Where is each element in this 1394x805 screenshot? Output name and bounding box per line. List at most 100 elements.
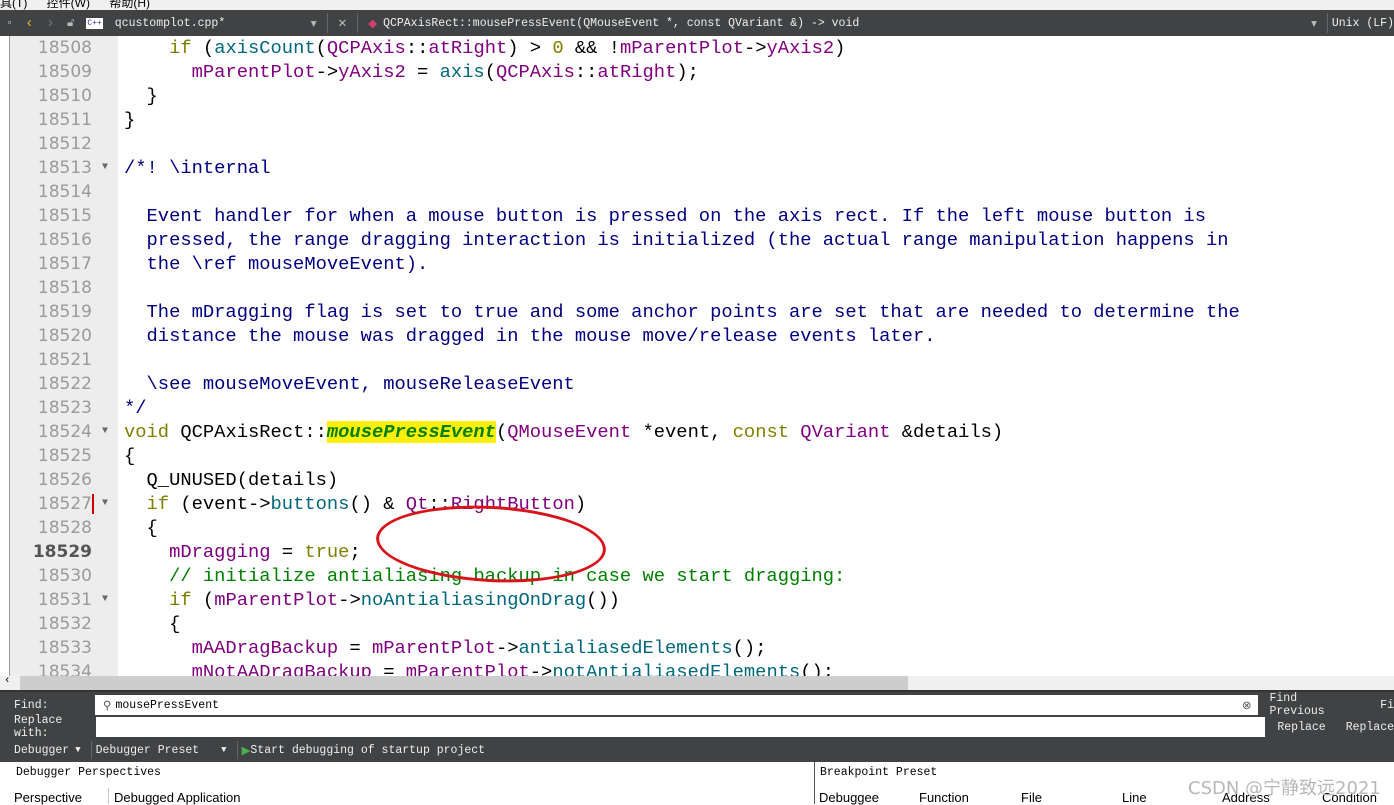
code-token: mousePressEvent [326,421,496,443]
line-number: 18521 [37,350,92,370]
code-line[interactable]: 18509 mParentPlot->yAxis2 = axis(QCPAxis… [0,60,1394,84]
code-token: pressed, the range dragging interaction … [124,229,1229,251]
column-header[interactable]: Debugged Application [114,790,241,805]
line-ending-selector[interactable]: Unix (LF) [1332,17,1394,30]
code-line[interactable]: 18519 The mDragging flag is set to true … [0,300,1394,324]
find-input[interactable]: ⚲ mousePressEvent ⊗ [95,695,1258,715]
column-header[interactable]: Function [919,790,969,805]
column-header[interactable]: Debuggee [819,790,879,805]
code-line[interactable]: 18529 mDragging = true; [0,540,1394,564]
start-debug-icon[interactable]: ▶ [242,743,251,758]
code-token: antialiasedElements [518,637,733,659]
code-line[interactable]: 18524 ▼ void QCPAxisRect::mousePressEvent(… [0,420,1394,444]
chevron-down-icon[interactable]: ▾ [1311,16,1317,31]
code-line[interactable]: 18522 \see mouseMoveEvent, mouseReleaseE… [0,372,1394,396]
code-line[interactable]: 18520 distance the mouse was dragged in … [0,324,1394,348]
debugger-preset-selector[interactable]: Debugger Preset [96,744,200,757]
replace-button[interactable]: Replace [1277,721,1325,734]
find-previous-button[interactable]: Find Previous [1270,692,1359,718]
code-token: -> [495,637,519,659]
forward-icon[interactable]: › [46,15,55,32]
split-icon[interactable]: ▫ [6,17,13,30]
code-line[interactable]: 18527 ▼ if (event->buttons() & Qt::RightB… [0,492,1394,516]
code-token: mDragging [169,541,271,563]
menu-help[interactable]: 帮助(H) [109,0,150,10]
menu-tools[interactable]: 具(T) [0,0,27,10]
line-number: 18522 [37,374,92,394]
breakpoint-preset-title: Breakpoint Preset [820,766,938,779]
code-token: QCPAxisRect:: [169,421,327,443]
chevron-down-icon[interactable]: ▾ [311,16,317,31]
code-line[interactable]: 18525 { [0,444,1394,468]
code-line[interactable]: 18528 { [0,516,1394,540]
code-token: distance the mouse was dragged in the mo… [124,325,936,347]
open-file-selector[interactable]: qcustomplot.cpp* [115,17,305,30]
code-token: && ! [563,37,620,59]
code-token: Q_UNUSED(details) [124,469,339,491]
chevron-down-icon[interactable]: ▼ [221,745,226,755]
replace-label: Replace with: [14,714,63,740]
find-next-button[interactable]: Fi [1380,699,1394,712]
replace-input[interactable] [95,717,1266,737]
start-debugging-button[interactable]: Start debugging of startup project [250,744,485,757]
code-token: */ [124,397,147,419]
code-line[interactable]: 18516 pressed, the range dragging intera… [0,228,1394,252]
code-text: { [124,612,180,636]
close-icon[interactable]: ✕ [338,16,348,31]
code-line[interactable]: 18518 [0,276,1394,300]
code-line[interactable]: 18514 [0,180,1394,204]
search-icon[interactable]: ⚲ [103,698,111,713]
code-line[interactable]: 18526 Q_UNUSED(details) [0,468,1394,492]
code-line[interactable]: 18508 if (axisCount(QCPAxis::atRight) > … [0,36,1394,60]
fold-toggle-icon[interactable]: ▼ [102,420,108,444]
code-token: ) [834,37,846,59]
code-token: if [169,589,192,611]
code-line[interactable]: 18510 } [0,84,1394,108]
code-line[interactable]: 18523 */ [0,396,1394,420]
scroll-left-icon[interactable]: ‹ [4,675,11,687]
debugger-mode-selector[interactable]: Debugger [14,744,69,757]
code-token: mParentPlot [405,661,530,676]
code-line[interactable]: 18517 the \ref mouseMoveEvent). [0,252,1394,276]
fold-toggle-icon[interactable]: ▼ [102,156,108,180]
code-line[interactable]: 18533 mAADragBackup = mParentPlot->antia… [0,636,1394,660]
code-line[interactable]: 18530 // initialize antialiasing backup … [0,564,1394,588]
code-line[interactable]: 18531 ▼ if (mParentPlot->noAntialiasingOn… [0,588,1394,612]
code-token: -> [529,661,553,676]
code-line[interactable]: 18512 [0,132,1394,156]
code-token: \see mouseMoveEvent, mouseReleaseEvent [124,373,575,395]
menu-controls[interactable]: 控件(W) [47,0,90,10]
clear-icon[interactable]: ⊗ [1242,698,1252,713]
code-token: { [124,445,136,467]
fold-toggle-icon[interactable]: ▼ [102,492,108,516]
menu-bar: 具(T) 控件(W) 帮助(H) [0,0,1394,10]
code-line[interactable]: 18521 [0,348,1394,372]
code-text: mAADragBackup = mParentPlot->antialiased… [124,636,767,660]
replace-all-button[interactable]: Replace [1346,721,1394,734]
code-line[interactable]: 18513 ▼ /*! \internal [0,156,1394,180]
code-text: Q_UNUSED(details) [124,468,339,492]
column-header[interactable]: File [1021,790,1042,805]
lock-icon[interactable]: 🔓︎ [67,17,74,30]
code-line[interactable]: 18534 mNotAADragBackup = mParentPlot->no… [0,660,1394,676]
fold-toggle-icon[interactable]: ▼ [102,588,108,612]
scrollbar-thumb[interactable] [20,676,908,690]
column-header[interactable]: Line [1122,790,1147,805]
code-text: mNotAADragBackup = mParentPlot->notAntia… [124,660,834,676]
back-icon[interactable]: ‹ [25,15,34,32]
code-token: { [124,613,181,635]
code-token: 0 [552,37,564,59]
code-line[interactable]: 18532 { [0,612,1394,636]
code-editor[interactable]: 18508 if (axisCount(QCPAxis::atRight) > … [0,36,1394,676]
horizontal-scrollbar[interactable]: ‹ [0,675,1394,690]
code-line[interactable]: 18511} [0,108,1394,132]
chevron-down-icon[interactable]: ▼ [75,745,80,755]
line-number: 18528 [37,518,92,538]
code-line[interactable]: 18515 Event handler for when a mouse but… [0,204,1394,228]
line-number: 18531 [37,590,92,610]
code-token: (); [732,637,767,659]
symbol-selector[interactable]: QCPAxisRect::mousePressEvent(QMouseEvent… [383,17,1305,30]
column-header[interactable]: Perspective [14,790,82,805]
line-number: 18510 [37,86,92,106]
